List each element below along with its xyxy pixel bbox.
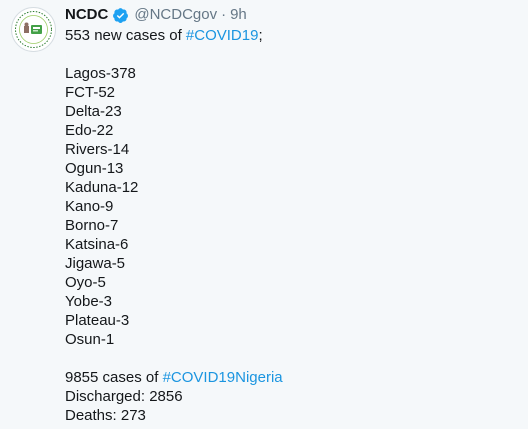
separator-dot: · [221, 6, 227, 23]
state-line: Katsina-6 [65, 236, 129, 253]
discharged-line: Discharged: 2856 [65, 388, 183, 405]
state-line: Jigawa-5 [65, 255, 126, 272]
state-line: Kaduna-12 [65, 179, 139, 196]
avatar[interactable] [11, 7, 56, 52]
state-line: Plateau-3 [65, 312, 130, 329]
tweet-content: NCDC @NCDCgov · 9h 553 new cases of #COV… [65, 4, 520, 425]
state-line: Edo-22 [65, 122, 114, 139]
tweet-timestamp[interactable]: 9h [230, 4, 247, 26]
hashtag-covid19[interactable]: #COVID19 [186, 27, 259, 44]
author-name[interactable]: NCDC [65, 4, 108, 26]
tweet-text: 553 new cases of #COVID19; Lagos-378 FCT… [65, 26, 520, 425]
intro-line: 553 new cases of #COVID19; [65, 26, 520, 45]
tweet[interactable]: NCDC @NCDCgov · 9h 553 new cases of #COV… [0, 0, 528, 429]
total-cases-prefix: 9855 cases of [65, 369, 163, 386]
verified-badge-icon [112, 7, 129, 24]
state-line: Borno-7 [65, 217, 119, 234]
state-line: Ogun-13 [65, 160, 124, 177]
intro-prefix: 553 new cases of [65, 27, 186, 44]
state-line: Rivers-14 [65, 141, 130, 158]
ncdc-logo-icon [13, 9, 54, 50]
deaths-line: Deaths: 273 [65, 407, 146, 424]
intro-suffix: ; [258, 27, 263, 44]
state-line: Oyo-5 [65, 274, 106, 291]
state-line: Lagos-378 [65, 65, 136, 82]
state-line: Delta-23 [65, 103, 122, 120]
state-line: Kano-9 [65, 198, 114, 215]
total-cases-line: 9855 cases of #COVID19Nigeria [65, 368, 520, 387]
hashtag-covid19nigeria[interactable]: #COVID19Nigeria [163, 369, 283, 386]
state-line: Osun-1 [65, 331, 115, 348]
author-handle[interactable]: @NCDCgov [134, 4, 217, 26]
state-line: Yobe-3 [65, 293, 112, 310]
tweet-header: NCDC @NCDCgov · 9h [65, 4, 520, 26]
state-line: FCT-52 [65, 84, 116, 101]
